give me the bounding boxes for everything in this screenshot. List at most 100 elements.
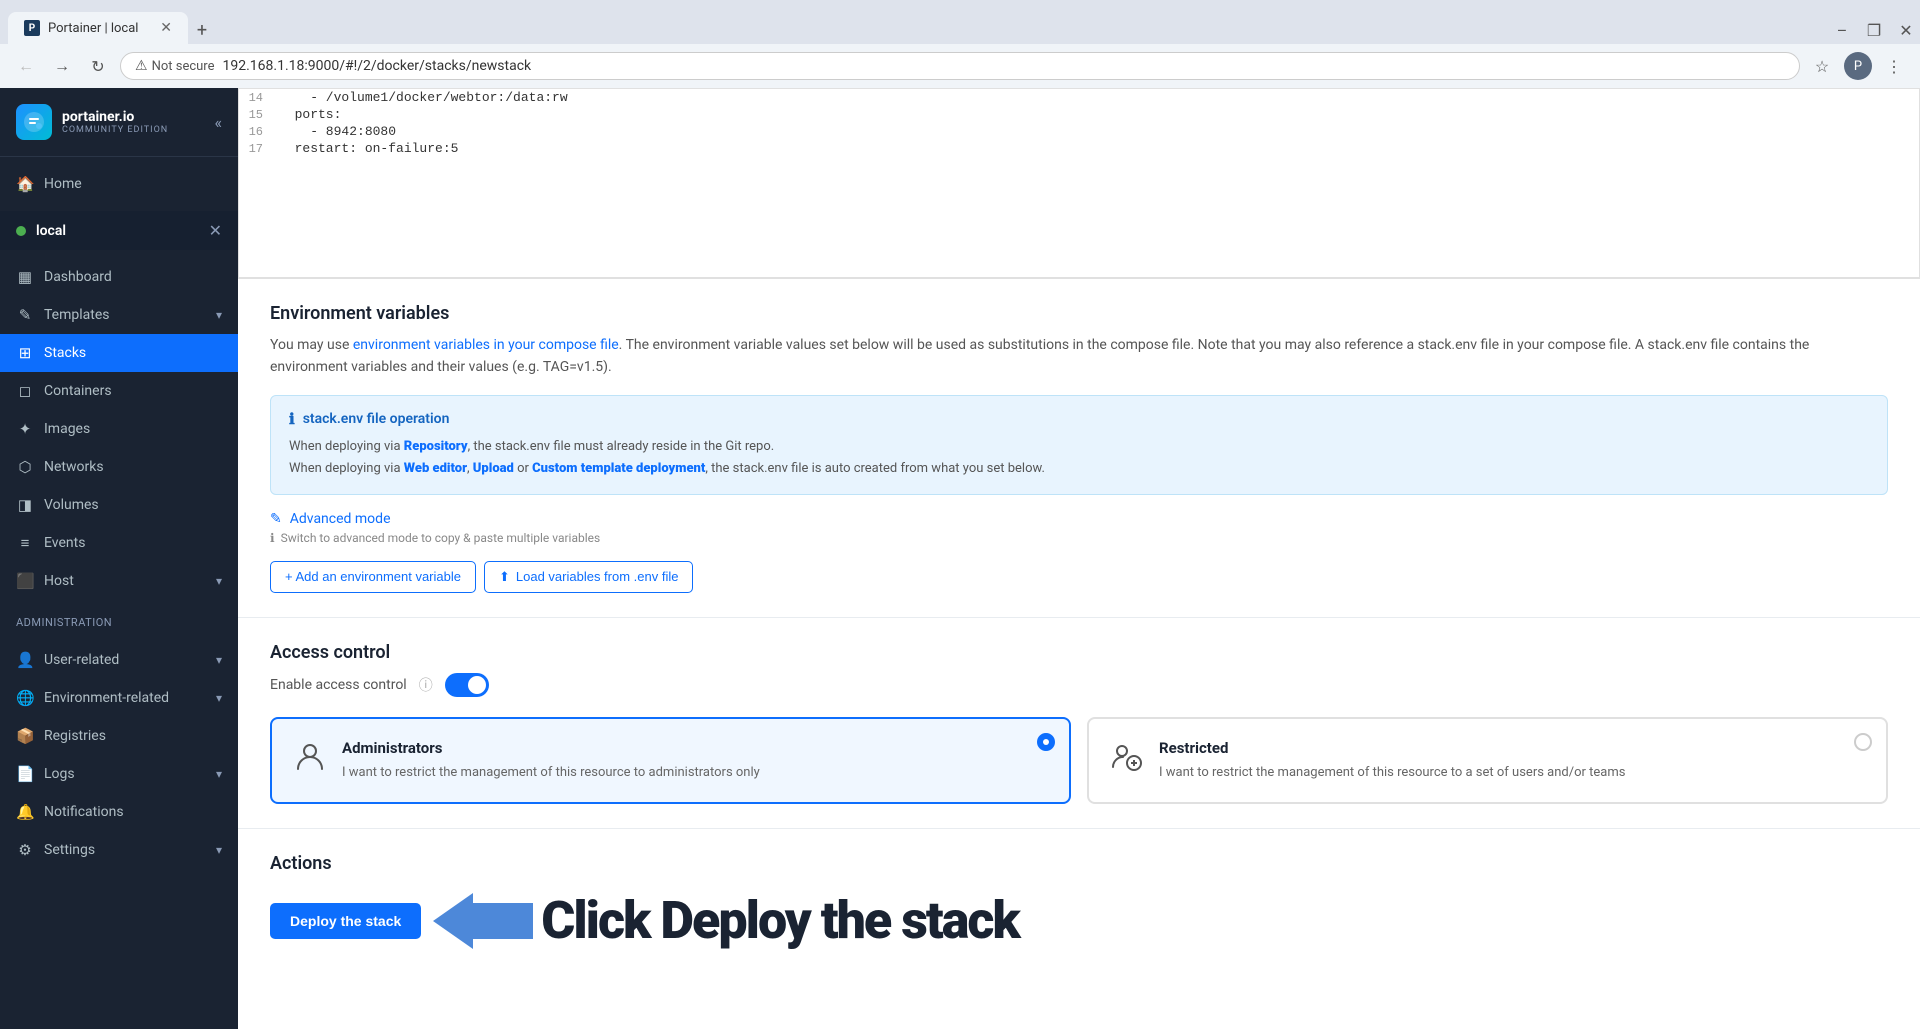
sidebar-item-label: Images <box>44 421 222 437</box>
env-close-button[interactable]: ✕ <box>209 221 222 240</box>
sidebar-item-environment-related[interactable]: 🌐 Environment-related ▾ <box>0 679 238 717</box>
settings-icon: ⚙ <box>16 841 34 859</box>
browser-toolbar: ← → ↻ ⚠ Not secure 192.168.1.18:9000/#!/… <box>0 44 1920 88</box>
host-icon: ⬛ <box>16 572 34 590</box>
web-editor-link[interactable]: Web editor <box>404 461 467 476</box>
profile-button[interactable]: P <box>1844 52 1872 80</box>
actions-title: Actions <box>270 853 1888 874</box>
sidebar-item-host[interactable]: ⬛ Host ▾ <box>0 562 238 600</box>
code-editor[interactable]: 14 - /volume1/docker/webtor:/data:rw 15 … <box>238 88 1920 278</box>
sidebar-item-label: Logs <box>44 766 206 782</box>
volumes-icon: ◨ <box>16 496 34 514</box>
repository-link[interactable]: Repository <box>404 439 468 454</box>
url-text: 192.168.1.18:9000/#!/2/docker/stacks/new… <box>222 58 531 74</box>
sidebar-item-user-related[interactable]: 👤 User-related ▾ <box>0 641 238 679</box>
back-button[interactable]: ← <box>12 52 40 80</box>
not-secure-indicator: ⚠ Not secure <box>135 58 214 74</box>
access-control-toggle[interactable] <box>445 673 489 697</box>
menu-button[interactable]: ⋮ <box>1880 52 1908 80</box>
templates-icon: ✎ <box>16 306 34 324</box>
main-content: 14 - /volume1/docker/webtor:/data:rw 15 … <box>238 88 1920 1029</box>
close-button[interactable]: ✕ <box>1892 16 1920 44</box>
sidebar-item-events[interactable]: ≡ Events <box>0 524 238 562</box>
restricted-radio[interactable] <box>1854 733 1872 751</box>
administrators-card-title: Administrators <box>342 739 760 757</box>
app-layout: portainer.io Community Edition « 🏠 Home … <box>0 88 1920 1029</box>
deploy-row: Deploy the stack Click Deploy the stack <box>270 890 1888 951</box>
forward-button[interactable]: → <box>48 52 76 80</box>
line-content: - 8942:8080 <box>279 124 396 139</box>
line-number: 15 <box>239 107 279 122</box>
chevron-down-icon: ▾ <box>216 574 222 588</box>
sidebar-item-images[interactable]: ✦ Images <box>0 410 238 448</box>
arrow-annotation-svg <box>433 893 533 949</box>
sidebar-admin-nav: 👤 User-related ▾ 🌐 Environment-related ▾… <box>0 633 238 877</box>
tab-close-icon[interactable]: ✕ <box>160 20 172 36</box>
browser-tabs: P Portainer | local ✕ + – ❐ ✕ <box>0 0 1920 44</box>
line-number: 16 <box>239 124 279 139</box>
sidebar-item-logs[interactable]: 📄 Logs ▾ <box>0 755 238 793</box>
sidebar-item-label: Settings <box>44 842 206 858</box>
sidebar-item-notifications[interactable]: 🔔 Notifications <box>0 793 238 831</box>
images-icon: ✦ <box>16 420 34 438</box>
add-env-variable-button[interactable]: + Add an environment variable <box>270 561 476 593</box>
sidebar: portainer.io Community Edition « 🏠 Home … <box>0 88 238 1029</box>
upload-icon: ⬆ <box>499 569 510 585</box>
code-line-14: 14 - /volume1/docker/webtor:/data:rw <box>239 89 1919 106</box>
minimize-button[interactable]: – <box>1828 16 1856 44</box>
code-line-16: 16 - 8942:8080 <box>239 123 1919 140</box>
deploy-stack-button[interactable]: Deploy the stack <box>270 903 421 939</box>
toggle-label: Enable access control <box>270 677 407 693</box>
access-control-title: Access control <box>270 642 1888 663</box>
sidebar-collapse-button[interactable]: « <box>214 113 222 132</box>
advanced-mode-toggle[interactable]: ✎ Advanced mode <box>270 511 1888 527</box>
sidebar-item-label: Templates <box>44 307 206 323</box>
code-line-15: 15 ports: <box>239 106 1919 123</box>
reload-button[interactable]: ↻ <box>84 52 112 80</box>
env-section-description: You may use environment variables in you… <box>270 334 1888 379</box>
new-tab-button[interactable]: + <box>188 16 216 44</box>
bookmark-button[interactable]: ☆ <box>1808 52 1836 80</box>
sidebar-item-home[interactable]: 🏠 Home <box>0 165 238 203</box>
sidebar-item-networks[interactable]: ⬡ Networks <box>0 448 238 486</box>
dashboard-icon: ▦ <box>16 268 34 286</box>
restricted-card-title: Restricted <box>1159 739 1625 757</box>
hint-icon: ℹ <box>270 531 275 545</box>
restricted-card[interactable]: Restricted I want to restrict the manage… <box>1087 717 1888 805</box>
code-section: 14 - /volume1/docker/webtor:/data:rw 15 … <box>238 88 1920 279</box>
sidebar-item-templates[interactable]: ✎ Templates ▾ <box>0 296 238 334</box>
sidebar-item-dashboard[interactable]: ▦ Dashboard <box>0 258 238 296</box>
sidebar-item-volumes[interactable]: ◨ Volumes <box>0 486 238 524</box>
restricted-card-body: Restricted I want to restrict the manage… <box>1159 739 1625 783</box>
sidebar-item-containers[interactable]: ◻ Containers <box>0 372 238 410</box>
access-control-cards: Administrators I want to restrict the ma… <box>270 717 1888 805</box>
annotation-container: Click Deploy the stack <box>433 890 1019 951</box>
info-box-title: ℹ stack.env file operation <box>289 410 1869 428</box>
sidebar-env-nav: ▦ Dashboard ✎ Templates ▾ ⊞ Stacks ◻ Con… <box>0 250 238 608</box>
sidebar-item-label: Host <box>44 573 206 589</box>
events-icon: ≡ <box>16 534 34 552</box>
stacks-icon: ⊞ <box>16 344 34 362</box>
sidebar-item-stacks[interactable]: ⊞ Stacks <box>0 334 238 372</box>
administrators-radio[interactable] <box>1037 733 1055 751</box>
load-env-file-button[interactable]: ⬆ Load variables from .env file <box>484 561 694 593</box>
browser-tab-active[interactable]: P Portainer | local ✕ <box>8 12 188 44</box>
sidebar-item-label: Dashboard <box>44 269 222 285</box>
env-link[interactable]: environment variables in your compose fi… <box>353 337 619 353</box>
advanced-mode-label: Advanced mode <box>290 511 391 527</box>
administrators-card[interactable]: Administrators I want to restrict the ma… <box>270 717 1071 805</box>
help-icon: ⓘ <box>419 675 433 695</box>
registries-icon: 📦 <box>16 727 34 745</box>
chevron-down-icon: ▾ <box>216 653 222 667</box>
access-control-section: Access control Enable access control ⓘ <box>238 618 1920 830</box>
sidebar-item-settings[interactable]: ⚙ Settings ▾ <box>0 831 238 869</box>
maximize-button[interactable]: ❐ <box>1860 16 1888 44</box>
address-bar[interactable]: ⚠ Not secure 192.168.1.18:9000/#!/2/dock… <box>120 52 1800 80</box>
line-number: 14 <box>239 90 279 105</box>
custom-template-link[interactable]: Custom template deployment <box>532 461 705 476</box>
chevron-down-icon: ▾ <box>216 767 222 781</box>
admin-section-label: Administration <box>0 608 238 633</box>
sidebar-item-registries[interactable]: 📦 Registries <box>0 717 238 755</box>
upload-link[interactable]: Upload <box>473 461 514 476</box>
sidebar-item-label: Stacks <box>44 345 222 361</box>
